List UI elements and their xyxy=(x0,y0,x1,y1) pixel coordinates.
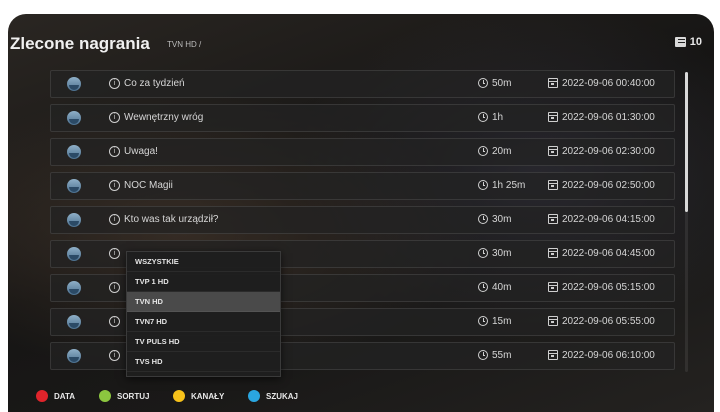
info-icon: i xyxy=(109,78,120,89)
channel-option-tvpuls[interactable]: TV PULS HD xyxy=(127,332,280,352)
recording-duration: 30m xyxy=(492,214,512,225)
channel-option-tvn7[interactable]: TVN7 HD xyxy=(127,312,280,332)
recording-duration: 1h xyxy=(492,112,504,123)
recording-row[interactable]: i Uwaga! 20m 2022-09-06 02:30:00 xyxy=(50,138,675,166)
footer-key-sortuj[interactable]: SORTUJ xyxy=(99,390,149,402)
recording-datetime: 2022-09-06 00:40:00 xyxy=(562,78,655,89)
channel-avatar-icon xyxy=(67,145,81,159)
calendar-icon xyxy=(548,112,558,122)
info-icon: i xyxy=(109,248,120,259)
footer-key-label: SZUKAJ xyxy=(266,391,299,401)
recording-title: NOC Magii xyxy=(124,180,173,191)
recording-title: Kto was tak urządził? xyxy=(124,214,219,225)
recording-duration: 40m xyxy=(492,282,512,293)
red-key-icon xyxy=(36,390,48,402)
scrollbar[interactable] xyxy=(685,72,688,372)
scrollbar-thumb[interactable] xyxy=(685,72,688,212)
info-icon: i xyxy=(109,180,120,191)
count-value: 10 xyxy=(689,36,702,48)
recording-datetime: 2022-09-06 01:30:00 xyxy=(562,112,655,123)
clock-icon xyxy=(478,214,488,224)
clock-icon xyxy=(478,316,488,326)
footer-key-label: SORTUJ xyxy=(117,391,150,401)
calendar-icon xyxy=(548,180,558,190)
channel-avatar-icon xyxy=(67,315,81,329)
recording-title: Co za tydzień xyxy=(124,78,185,89)
channel-option-tvs[interactable]: TVS HD xyxy=(127,352,280,372)
info-icon: i xyxy=(109,316,120,327)
recording-row[interactable]: i Co za tydzień 50m 2022-09-06 00:40:00 xyxy=(50,70,675,98)
calendar-icon xyxy=(548,146,558,156)
footer-key-data[interactable]: DATA xyxy=(36,390,75,402)
channel-avatar-icon xyxy=(67,349,81,363)
channel-dropdown[interactable]: WSZYSTKIE TVP 1 HD TVN HD TVN7 HD TV PUL… xyxy=(126,251,281,377)
yellow-key-icon xyxy=(173,390,185,402)
calendar-icon xyxy=(548,350,558,360)
list-icon xyxy=(674,37,686,47)
channel-option-all[interactable]: WSZYSTKIE xyxy=(127,252,280,272)
channel-avatar-icon xyxy=(67,179,81,193)
recording-datetime: 2022-09-06 02:50:00 xyxy=(562,180,655,191)
recording-datetime: 2022-09-06 02:30:00 xyxy=(562,146,655,157)
info-icon: i xyxy=(109,214,120,225)
channel-avatar-icon xyxy=(67,247,81,261)
recording-row[interactable]: i NOC Magii 1h 25m 2022-09-06 02:50:00 xyxy=(50,172,675,200)
footer-key-label: DATA xyxy=(54,391,76,401)
clock-icon xyxy=(478,248,488,258)
channel-avatar-icon xyxy=(67,281,81,295)
channel-avatar-icon xyxy=(67,213,81,227)
recording-duration: 1h 25m xyxy=(492,180,526,191)
color-key-legend: DATA SORTUJ KANAŁY SZUKAJ xyxy=(8,388,714,406)
recordings-count: 10 xyxy=(674,36,702,48)
page-title: Zlecone nagrania xyxy=(10,34,150,53)
calendar-icon xyxy=(548,316,558,326)
clock-icon xyxy=(478,180,488,190)
recording-datetime: 2022-09-06 04:45:00 xyxy=(562,248,655,259)
channel-avatar-icon xyxy=(67,111,81,125)
clock-icon xyxy=(478,112,488,122)
recording-title: Uwaga! xyxy=(124,146,158,157)
channel-option-tvp1[interactable]: TVP 1 HD xyxy=(127,272,280,292)
recording-datetime: 2022-09-06 06:10:00 xyxy=(562,350,655,361)
clock-icon xyxy=(478,350,488,360)
info-icon: i xyxy=(109,350,120,361)
header: Zlecone nagrania TVN HD / 10 xyxy=(8,32,714,56)
recording-duration: 30m xyxy=(492,248,512,259)
recording-datetime: 2022-09-06 05:15:00 xyxy=(562,282,655,293)
calendar-icon xyxy=(548,78,558,88)
channel-option-tvn[interactable]: TVN HD xyxy=(127,292,280,312)
info-icon: i xyxy=(109,282,120,293)
footer-key-kanaly[interactable]: KANAŁY xyxy=(173,390,224,402)
recording-datetime: 2022-09-06 04:15:00 xyxy=(562,214,655,225)
tv-screen: Zlecone nagrania TVN HD / 10 i Co za tyd… xyxy=(8,14,714,412)
recording-duration: 20m xyxy=(492,146,512,157)
clock-icon xyxy=(478,146,488,156)
recording-duration: 55m xyxy=(492,350,512,361)
footer-key-szukaj[interactable]: SZUKAJ xyxy=(248,390,298,402)
recording-title: Wewnętrzny wróg xyxy=(124,112,204,123)
footer-key-label: KANAŁY xyxy=(191,391,225,401)
channel-avatar-icon xyxy=(67,77,81,91)
clock-icon xyxy=(478,282,488,292)
calendar-icon xyxy=(548,282,558,292)
clock-icon xyxy=(478,78,488,88)
calendar-icon xyxy=(548,214,558,224)
recording-duration: 50m xyxy=(492,78,512,89)
breadcrumb: TVN HD / xyxy=(167,40,202,49)
blue-key-icon xyxy=(248,390,260,402)
info-icon: i xyxy=(109,112,120,123)
recording-datetime: 2022-09-06 05:55:00 xyxy=(562,316,655,327)
recording-row[interactable]: i Wewnętrzny wróg 1h 2022-09-06 01:30:00 xyxy=(50,104,675,132)
green-key-icon xyxy=(99,390,111,402)
recording-row[interactable]: i Kto was tak urządził? 30m 2022-09-06 0… xyxy=(50,206,675,234)
calendar-icon xyxy=(548,248,558,258)
info-icon: i xyxy=(109,146,120,157)
recording-duration: 15m xyxy=(492,316,512,327)
